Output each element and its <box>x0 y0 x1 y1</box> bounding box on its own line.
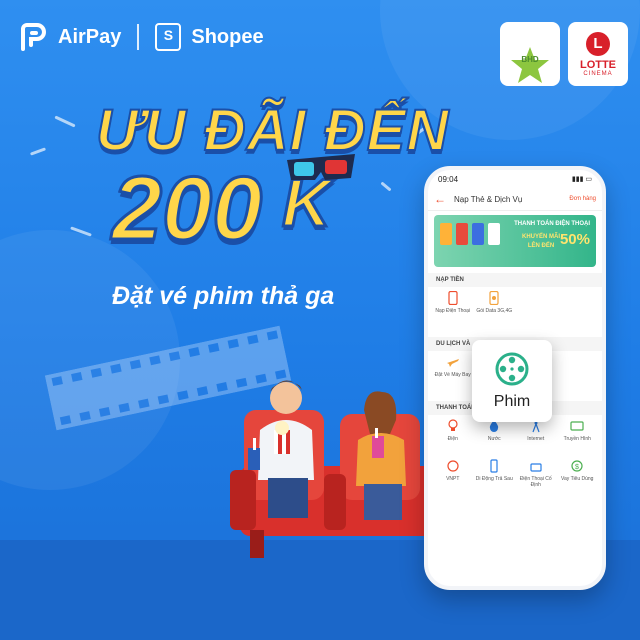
headline: ƯU ĐÃI ĐẾN <box>95 97 450 164</box>
service-vnpt[interactable]: VNPT <box>432 459 474 499</box>
promo-percent: 50% <box>559 231 590 248</box>
phone-topup-icon <box>446 291 460 305</box>
shopee-logo-icon <box>155 23 182 51</box>
lotte-name: LOTTE <box>579 58 617 71</box>
signal-battery-icon: ▮▮▮ ▭ <box>571 176 592 183</box>
grid-empty-cell <box>557 355 599 395</box>
service-water[interactable]: Nước <box>474 419 516 459</box>
sparkle-dash <box>54 115 76 128</box>
data-package-icon <box>487 291 501 305</box>
status-time: 09:04 <box>438 174 459 184</box>
landline-icon <box>529 459 543 473</box>
lotte-cinema-logo-icon: L <box>586 31 610 56</box>
mobile-postpaid-icon <box>487 459 501 473</box>
phim-service-card[interactable]: Phim <box>472 340 552 422</box>
service-electricity[interactable]: Điện <box>432 419 474 459</box>
film-reel-icon <box>495 352 529 386</box>
orders-link[interactable]: Đơn hàng <box>569 196 596 202</box>
lotte-sub: CINEMA <box>583 70 613 77</box>
partner-logos: BHD L LOTTE CINEMA <box>500 22 628 86</box>
service-grid: Điện Nước Internet Truyền Hình VNPT Di Đ… <box>428 415 602 503</box>
3d-glasses-icon <box>287 154 355 180</box>
tv-icon <box>570 419 584 433</box>
brand-divider <box>137 24 140 50</box>
mini-phones-illustration <box>440 223 500 245</box>
airpay-logo-icon <box>18 22 48 52</box>
tagline: Đặt vé phim thả ga <box>112 282 335 310</box>
discount-amount: 200 <box>110 158 263 261</box>
phim-label: Phim <box>493 393 531 410</box>
lotte-cinema-logo: L LOTTE CINEMA <box>568 22 628 86</box>
promo-card[interactable]: THANH TOÁN ĐIỆN THOẠI KHUYẾN MÃI LÊN ĐẾN … <box>434 215 596 267</box>
service-internet[interactable]: Internet <box>515 419 557 459</box>
section-title: NẠP TIỀN <box>428 273 602 287</box>
grid-empty-cell <box>515 291 557 331</box>
shopee-wordmark: Shopee <box>191 25 264 48</box>
bhd-logo: BHD <box>500 22 560 86</box>
service-phone-topup[interactable]: Nạp Điện Thoại <box>432 291 474 331</box>
service-data-package[interactable]: Gói Data 3G,4G <box>474 291 516 331</box>
airpay-wordmark: AirPay <box>58 25 122 48</box>
brand-bar: AirPay Shopee <box>18 22 264 52</box>
vnpt-icon <box>446 459 460 473</box>
service-tv[interactable]: Truyền Hình <box>557 419 599 459</box>
promo-line-1: THANH TOÁN ĐIỆN THOẠI <box>514 221 590 227</box>
service-consumer-loan[interactable]: $ Vay Tiêu Dùng <box>557 459 599 499</box>
loan-icon: $ <box>570 459 584 473</box>
service-postpaid[interactable]: Di Động Trả Sau <box>474 459 516 499</box>
page-title: Nạp Thẻ & Dịch Vụ <box>454 194 523 204</box>
airplane-icon <box>446 355 460 369</box>
bhd-star-logo-icon <box>511 46 549 83</box>
sparkle-dash <box>29 147 47 156</box>
status-bar: 09:04 ▮▮▮ ▭ <box>428 170 602 188</box>
service-flight-booking[interactable]: Đặt Vé Máy Bay <box>432 355 474 395</box>
service-grid: Nạp Điện Thoại Gói Data 3G,4G <box>428 287 602 335</box>
svg-text:$: $ <box>575 464 579 471</box>
sparkle-dash <box>380 181 392 192</box>
bulb-icon <box>446 419 460 433</box>
promo-banner: AirPay Shopee BHD L LOTTE CINEMA ƯU ĐÃI … <box>0 0 640 640</box>
app-header: ← Nạp Thẻ & Dịch Vụ Đơn hàng <box>428 188 602 211</box>
promo-line-2: KHUYẾN MÃI LÊN ĐẾN <box>521 234 560 249</box>
service-landline[interactable]: Điện Thoại Cố Định <box>515 459 557 499</box>
back-arrow-icon[interactable]: ← <box>434 192 448 206</box>
grid-empty-cell <box>557 291 599 331</box>
bhd-name: BHD <box>521 54 539 64</box>
